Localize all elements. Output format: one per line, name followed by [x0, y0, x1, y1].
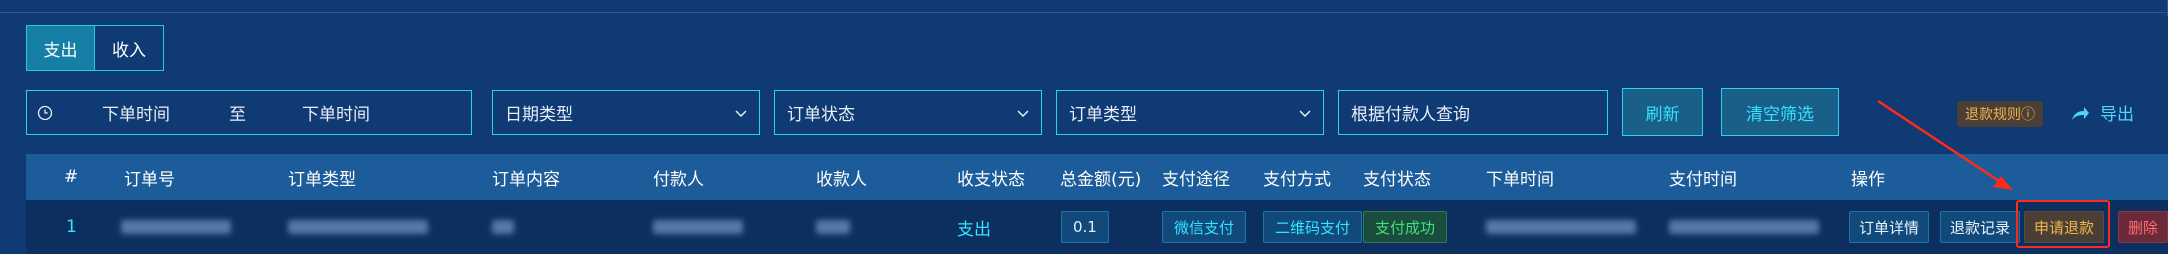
income-expense-tabs: 支出 收入 — [26, 25, 164, 71]
payer-search-placeholder: 根据付款人查询 — [1351, 105, 1470, 125]
order-no-redacted — [121, 200, 231, 254]
order-type-select[interactable]: 订单类型 — [1056, 90, 1324, 135]
refund-record-button[interactable]: 退款记录 — [1940, 211, 2021, 243]
table-row: 1 支出 0.1 微信支付 二维码支付 支付成功 订单详情 退款记录 申请退款 … — [26, 200, 2168, 254]
direction-value: 支出 — [957, 219, 991, 240]
order-type-redacted — [288, 200, 428, 254]
refund-rules-badge[interactable]: 退款规则ⓘ — [1957, 101, 2043, 127]
col-pay-time: 支付时间 — [1669, 169, 1737, 190]
action-detail-cell: 订单详情 — [1849, 200, 1930, 254]
col-payer: 付款人 — [653, 169, 704, 190]
col-order-content: 订单内容 — [492, 169, 560, 190]
chevron-down-icon — [735, 110, 747, 118]
tab-expense[interactable]: 支出 — [27, 26, 95, 70]
pay-channel-tag: 微信支付 — [1162, 211, 1247, 243]
row-index: 1 — [66, 217, 77, 237]
col-amount: 总金额(元) — [1060, 169, 1142, 190]
payer-redacted — [653, 200, 743, 254]
order-time-redacted — [1486, 200, 1636, 254]
col-pay-method: 支付方式 — [1263, 169, 1331, 190]
pay-status-cell: 支付成功 — [1363, 200, 1448, 254]
date-end-input[interactable]: 下单时间 — [302, 100, 370, 125]
export-label: 导出 — [2100, 105, 2134, 125]
clear-filters-button[interactable]: 清空筛选 — [1721, 88, 1839, 136]
pay-method-tag: 二维码支付 — [1263, 211, 1363, 243]
export-button[interactable]: 导出 — [2070, 100, 2134, 125]
order-date-range-picker[interactable]: 下单时间 至 下单时间 — [26, 90, 472, 135]
action-refund-record-cell: 退款记录 — [1940, 200, 2021, 254]
col-index: # — [64, 167, 79, 187]
order-content-redacted — [492, 200, 514, 254]
pay-channel-cell: 微信支付 — [1162, 200, 1247, 254]
payer-search-input[interactable]: 根据付款人查询 — [1338, 90, 1608, 135]
clock-icon — [37, 105, 53, 120]
order-detail-button[interactable]: 订单详情 — [1849, 211, 1930, 243]
pay-time-redacted — [1669, 200, 1819, 254]
col-pay-status: 支付状态 — [1363, 169, 1431, 190]
col-order-time: 下单时间 — [1486, 169, 1554, 190]
col-pay-channel: 支付途径 — [1162, 169, 1230, 190]
tab-income[interactable]: 收入 — [95, 26, 163, 70]
date-range-separator: 至 — [229, 105, 246, 125]
order-type-select-value: 订单类型 — [1069, 105, 1137, 125]
date-start-input[interactable]: 下单时间 — [102, 100, 170, 125]
date-type-select[interactable]: 日期类型 — [492, 90, 760, 135]
col-order-type: 订单类型 — [288, 169, 356, 190]
delete-button[interactable]: 删除 — [2118, 211, 2168, 243]
amount-cell: 0.1 — [1061, 200, 1109, 254]
pay-method-cell: 二维码支付 — [1263, 200, 1363, 254]
col-direction: 收支状态 — [957, 169, 1025, 190]
chevron-down-icon — [1017, 110, 1029, 118]
order-status-select[interactable]: 订单状态 — [774, 90, 1042, 135]
refresh-button[interactable]: 刷新 — [1622, 88, 1703, 136]
export-icon — [2072, 106, 2089, 120]
payee-redacted — [816, 200, 850, 254]
top-divider — [0, 12, 2168, 13]
col-order-no: 订单号 — [124, 169, 175, 190]
col-actions: 操作 — [1851, 169, 1885, 190]
chevron-down-icon — [1299, 110, 1311, 118]
date-type-select-value: 日期类型 — [505, 105, 573, 125]
order-status-select-value: 订单状态 — [787, 105, 855, 125]
pay-status-tag: 支付成功 — [1363, 211, 1448, 243]
apply-refund-highlight-box — [2016, 200, 2110, 248]
col-payee: 收款人 — [816, 169, 867, 190]
amount-tag: 0.1 — [1061, 211, 1109, 243]
action-delete-cell: 删除 — [2118, 200, 2168, 254]
table-header: # 订单号 订单类型 订单内容 付款人 收款人 收支状态 总金额(元) 支付途径… — [26, 154, 2168, 200]
